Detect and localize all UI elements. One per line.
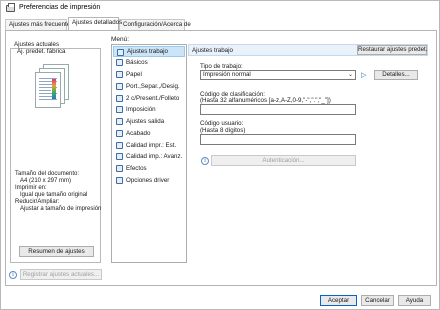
print-preferences-window: Preferencias de impresión Ajustes más fr… bbox=[0, 0, 440, 310]
menu-item-finishing[interactable]: Acabado bbox=[113, 128, 185, 139]
color-bar bbox=[52, 79, 56, 99]
menu-item-cover-separator[interactable]: Port.,Separ.,/Desig. bbox=[113, 81, 185, 92]
printer-icon bbox=[6, 3, 15, 12]
tab-configuration-about[interactable]: Configuración/Acerca de bbox=[119, 19, 191, 30]
menu-item-basic[interactable]: Básicos bbox=[113, 57, 185, 68]
quality-advanced-icon bbox=[116, 153, 123, 160]
details-button[interactable]: Detalles... bbox=[374, 70, 418, 80]
menu-list: Ajustes trabajo Básicos Papel Port.,Sepa… bbox=[111, 44, 187, 263]
gear-icon bbox=[116, 177, 123, 184]
classification-code-input[interactable] bbox=[200, 104, 356, 115]
help-button[interactable]: Ayuda bbox=[398, 295, 431, 306]
window-title: Preferencias de impresión bbox=[19, 4, 101, 11]
job-settings-title: Ajustes trabajo bbox=[192, 47, 233, 54]
menu-item-imposition[interactable]: Imposición bbox=[113, 104, 185, 115]
info-icon: i bbox=[9, 271, 17, 279]
menu-item-quality-standard[interactable]: Calidad impr.: Est. bbox=[113, 140, 185, 151]
finishing-icon bbox=[116, 130, 123, 137]
reduce-enlarge-value: Ajustar a tamaño de impresión bbox=[20, 206, 102, 212]
current-settings-label: Ajustes actuales bbox=[14, 41, 60, 48]
menu-item-duplex-booklet[interactable]: 2 c/Present./Folleto bbox=[113, 93, 185, 104]
menu-item-effects[interactable]: Efectos bbox=[113, 163, 185, 174]
quality-icon bbox=[116, 142, 123, 149]
job-type-value: Impresión normal bbox=[203, 71, 251, 78]
chevron-down-icon: ⌄ bbox=[347, 72, 353, 78]
cover-icon bbox=[116, 83, 123, 90]
authentication-button[interactable]: Autenticación... bbox=[211, 155, 356, 166]
register-current-settings-button[interactable]: Registrar ajustes actuales... bbox=[20, 269, 102, 280]
preset-name: Aj. predet. fábrica bbox=[17, 48, 66, 55]
cancel-button[interactable]: Cancelar bbox=[361, 295, 394, 306]
menu-item-driver-options[interactable]: Opciones driver bbox=[113, 175, 185, 186]
menu-label: Menú: bbox=[111, 36, 130, 43]
title-bar: Preferencias de impresión bbox=[1, 1, 439, 16]
document-settings-icon bbox=[117, 49, 124, 56]
ok-button[interactable]: Aceptar bbox=[320, 295, 357, 306]
job-type-select[interactable]: Impresión normal ⌄ bbox=[200, 70, 356, 80]
user-code-label: Código usuario: bbox=[200, 120, 244, 127]
effects-icon bbox=[116, 165, 123, 172]
job-type-label: Tipo de trabajo: bbox=[200, 63, 243, 70]
settings-summary-button[interactable]: Resumen de ajustes bbox=[19, 246, 94, 257]
menu-item-job-settings[interactable]: Ajustes trabajo bbox=[113, 46, 185, 57]
info-icon: i bbox=[201, 157, 209, 165]
paper-icon bbox=[116, 71, 123, 78]
duplex-icon bbox=[116, 95, 123, 102]
menu-item-paper[interactable]: Papel bbox=[113, 69, 185, 80]
document-preview bbox=[35, 64, 69, 110]
restore-defaults-button[interactable]: Restaurar ajustes predet. bbox=[357, 45, 427, 55]
preview-page-front bbox=[35, 72, 61, 108]
tab-detailed-settings[interactable]: Ajustes detallados bbox=[68, 17, 122, 30]
imposition-icon bbox=[116, 106, 123, 113]
menu-item-quality-advanced[interactable]: Calidad imp.: Avanz. bbox=[113, 151, 185, 162]
user-code-input[interactable] bbox=[200, 134, 356, 145]
tab-frequent-settings[interactable]: Ajustes más frecuentes bbox=[5, 19, 73, 30]
printer-icon bbox=[116, 59, 123, 66]
menu-item-output-settings[interactable]: Ajustes salida bbox=[113, 116, 185, 127]
classification-code-hint: (Hasta 32 alfanuméricos [a-z,A-Z,0-9,"-"… bbox=[200, 97, 331, 104]
user-code-hint: (Hasta 8 dígitos) bbox=[200, 127, 246, 134]
arrow-right-icon: ▷ bbox=[361, 72, 367, 79]
output-icon bbox=[116, 118, 123, 125]
